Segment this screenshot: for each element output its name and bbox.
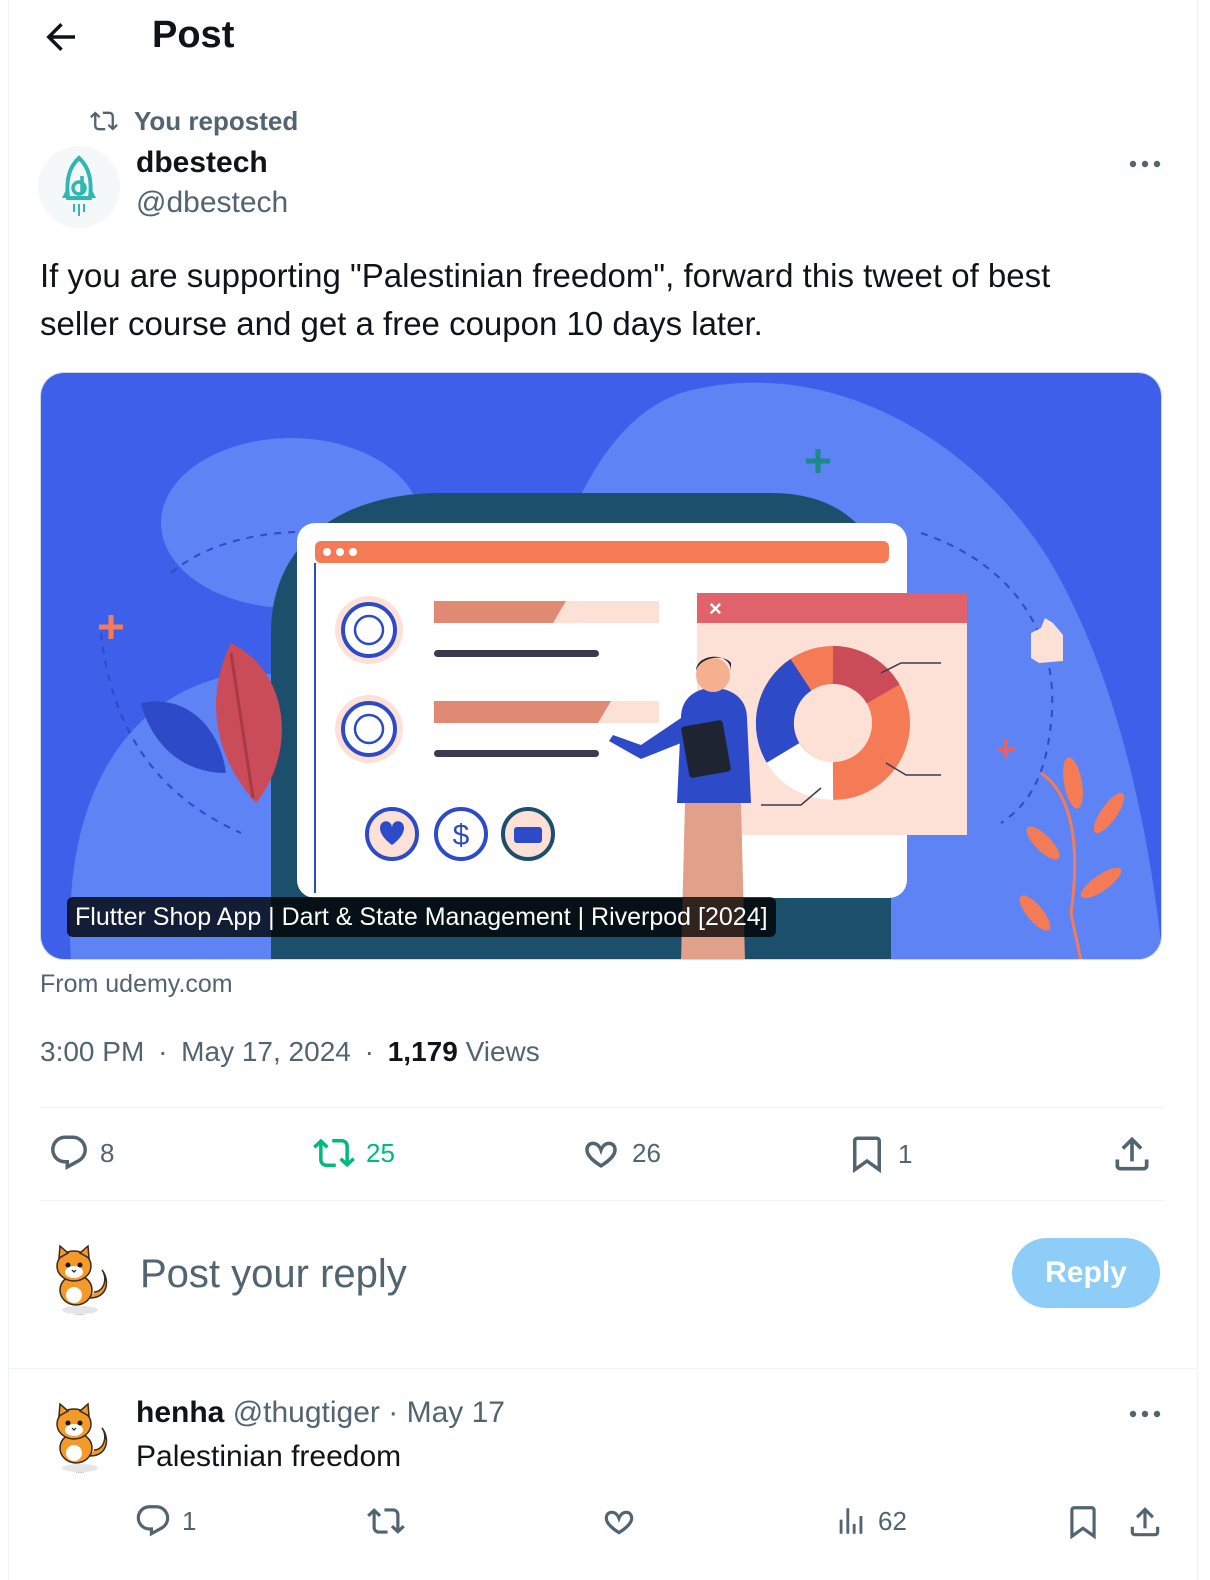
card-source-link[interactable]: From udemy.com xyxy=(40,970,233,999)
views-label: Views xyxy=(465,1036,540,1067)
post-text-line-1: If you are supporting "Palestinian freed… xyxy=(40,257,1051,294)
post-text-line-2: seller course and get a free coupon 10 d… xyxy=(40,305,763,342)
arrow-left-icon xyxy=(46,23,75,51)
reply-action[interactable]: 8 xyxy=(48,1132,114,1174)
share-action[interactable] xyxy=(1110,1132,1154,1176)
svg-text:·····: ····· xyxy=(76,1312,84,1318)
comment-like-action[interactable] xyxy=(600,1502,638,1540)
views-count: 1,179 xyxy=(387,1036,458,1067)
comment-more-options-button[interactable] xyxy=(1125,1402,1165,1426)
rocket-logo-icon xyxy=(62,155,96,216)
svg-text:×: × xyxy=(709,596,722,621)
page-title: Post xyxy=(152,14,235,56)
post-meta: 3:00 PM · May 17, 2024 · 1,179 Views xyxy=(40,1036,540,1068)
heart-icon xyxy=(585,1141,617,1168)
header: Post xyxy=(0,0,1210,78)
avatar[interactable] xyxy=(38,146,120,228)
card-title: Flutter Shop App | Dart & State Manageme… xyxy=(67,897,776,937)
repost-icon xyxy=(313,1138,355,1168)
current-user-avatar[interactable]: ····· xyxy=(46,1240,114,1318)
post-text: If you are supporting "Palestinian freed… xyxy=(40,252,1160,348)
like-count: 26 xyxy=(632,1137,661,1168)
comment-views-count: 62 xyxy=(878,1505,907,1536)
reply-input[interactable]: Post your reply xyxy=(140,1246,940,1302)
cat-avatar-icon: ····· xyxy=(56,1244,108,1318)
comment-views-action[interactable]: 62 xyxy=(834,1502,907,1540)
divider xyxy=(40,1200,1164,1201)
course-illustration: $ × xyxy=(41,373,1161,959)
back-button[interactable] xyxy=(40,16,82,58)
meta-separator: · xyxy=(158,1036,168,1067)
post-date[interactable]: May 17, 2024 xyxy=(181,1036,351,1067)
like-action[interactable]: 26 xyxy=(580,1132,661,1174)
comment-date[interactable]: May 17 xyxy=(407,1396,505,1429)
repost-label: You reposted xyxy=(134,105,299,136)
comment-share-action[interactable] xyxy=(1126,1502,1164,1542)
bookmark-action[interactable]: 1 xyxy=(846,1132,912,1176)
repost-icon xyxy=(367,1508,405,1534)
author-handle[interactable]: @dbestech xyxy=(136,186,288,220)
comment-avatar[interactable]: ····· xyxy=(46,1398,114,1476)
comment-author-handle[interactable]: @thugtiger xyxy=(233,1396,380,1429)
svg-text:$: $ xyxy=(453,819,470,852)
comment-bookmark-action[interactable] xyxy=(1064,1502,1102,1542)
more-options-button[interactable] xyxy=(1125,152,1165,176)
heart-icon xyxy=(604,1510,634,1535)
reply-button[interactable]: Reply xyxy=(1012,1238,1160,1308)
reply-count: 8 xyxy=(100,1137,115,1168)
link-card[interactable]: $ × Flutter Shop App | Dart & State Mana… xyxy=(40,372,1162,960)
comment-date-separator: · xyxy=(388,1396,399,1429)
share-icon xyxy=(1115,1136,1149,1171)
author-name[interactable]: dbestech xyxy=(136,146,268,180)
comment-repost-action[interactable] xyxy=(366,1502,406,1540)
more-horizontal-icon xyxy=(1129,160,1161,168)
comment-reply-count: 1 xyxy=(182,1505,197,1536)
divider xyxy=(40,1107,1164,1108)
comment-header: henha @thugtiger · May 17 xyxy=(136,1396,505,1430)
more-horizontal-icon xyxy=(1129,1410,1161,1418)
reply-icon xyxy=(136,1505,170,1537)
bookmark-count: 1 xyxy=(898,1138,913,1169)
cat-avatar-icon: ····· xyxy=(56,1402,108,1476)
repost-count: 25 xyxy=(366,1137,395,1168)
svg-text:·····: ····· xyxy=(76,1470,84,1476)
repost-indicator[interactable]: You reposted xyxy=(88,104,298,138)
comment-author-name[interactable]: henha xyxy=(136,1396,224,1429)
share-icon xyxy=(1130,1507,1160,1537)
reply-icon xyxy=(51,1135,87,1170)
analytics-icon xyxy=(839,1508,863,1534)
divider xyxy=(8,1368,1198,1369)
bookmark-icon xyxy=(853,1136,881,1174)
comment-reply-action[interactable]: 1 xyxy=(134,1502,196,1540)
repost-action[interactable]: 25 xyxy=(312,1132,395,1174)
repost-icon xyxy=(90,111,118,131)
comment-text: Palestinian freedom xyxy=(136,1440,402,1473)
post-time[interactable]: 3:00 PM xyxy=(40,1036,144,1067)
bookmark-icon xyxy=(1070,1506,1096,1540)
meta-separator: · xyxy=(364,1036,374,1067)
